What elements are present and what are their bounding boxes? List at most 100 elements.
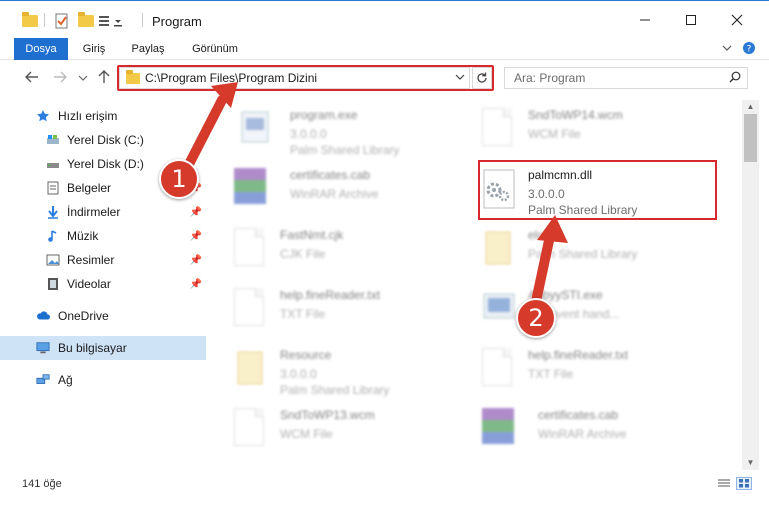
arrow-up-icon[interactable]: [96, 69, 112, 90]
file-item[interactable]: FastNmt.cjk CJK File: [234, 224, 464, 282]
sidebar-item-label: Resimler: [67, 253, 115, 267]
file-name: help.fineReader.txt: [528, 348, 629, 362]
recent-locations-icon[interactable]: [78, 71, 88, 89]
callout-1: 1: [159, 159, 199, 199]
rar-icon: [482, 408, 518, 452]
sidebar-item-label: İndirmeler: [67, 205, 121, 219]
minimize-icon[interactable]: [622, 1, 668, 39]
tab-paylas[interactable]: Paylaş: [126, 38, 170, 60]
file-name: program.exe: [290, 108, 358, 122]
file-name: Resource: [280, 348, 332, 362]
file-item[interactable]: Resource 3.0.0.0 Palm Shared Library: [234, 344, 464, 402]
sidebar-item-onedrive[interactable]: OneDrive: [0, 304, 206, 328]
pictures-icon: [46, 253, 60, 267]
palmcmn-highlight-annotation: [478, 160, 717, 220]
title-bar: Program: [0, 0, 769, 38]
documents-icon: [46, 181, 60, 195]
sidebar-item-label: OneDrive: [58, 309, 109, 323]
folder-page-icon: [234, 348, 270, 392]
file-meta: TXT File: [280, 307, 326, 321]
page-icon: [234, 228, 270, 272]
page-icon: [234, 288, 270, 332]
exe-icon: [482, 288, 518, 332]
arrow-right-icon[interactable]: [52, 69, 68, 90]
tab-giris[interactable]: Giriş: [74, 38, 114, 60]
file-meta: 3.0.0.0 Palm Shared Library: [280, 367, 390, 397]
large-icons-view-icon[interactable]: [736, 477, 752, 490]
arrow-left-icon[interactable]: [24, 69, 40, 90]
sidebar-item-drive-c[interactable]: Yerel Disk (C:): [0, 128, 206, 152]
folder-icon: [22, 11, 38, 31]
close-icon[interactable]: [714, 1, 760, 39]
details-view-icon[interactable]: [716, 477, 732, 490]
drive-icon: [46, 133, 60, 147]
pin-icon[interactable]: 📌: [190, 255, 202, 266]
video-icon: [46, 277, 60, 291]
sidebar-item-quick-access[interactable]: Hızlı erişim: [0, 104, 206, 128]
sidebar-item-this-pc[interactable]: Bu bilgisayar: [0, 336, 206, 360]
sidebar-item-label: Hızlı erişim: [58, 109, 118, 123]
customize-toolbar-icon[interactable]: [98, 11, 124, 31]
file-meta: CJK File: [280, 247, 326, 261]
file-item[interactable]: elo Palm Shared Library: [482, 224, 722, 282]
sidebar-item-label: Yerel Disk (C:): [67, 133, 144, 147]
file-name: certificates.cab: [290, 168, 371, 182]
new-folder-icon[interactable]: [78, 11, 94, 31]
vertical-scrollbar[interactable]: ▲ ▼: [742, 100, 759, 470]
status-bar: 141 öğe: [0, 470, 769, 496]
window-title: Program: [152, 14, 202, 29]
search-icon[interactable]: [729, 71, 741, 86]
search-input[interactable]: Ara: Program: [504, 67, 748, 89]
file-item[interactable]: certificates.cab WinRAR Archive: [234, 164, 464, 222]
scroll-down-icon[interactable]: ▼: [742, 456, 759, 470]
sidebar-item-videolar[interactable]: Videolar 📌: [0, 272, 206, 296]
music-icon: [46, 229, 60, 243]
exe-icon: [238, 108, 274, 152]
file-item[interactable]: help.fineReader.txt TXT File: [482, 344, 722, 402]
sidebar-item-muzik[interactable]: Müzik 📌: [0, 224, 206, 248]
sidebar-item-resimler[interactable]: Resimler 📌: [0, 248, 206, 272]
star-icon: [36, 109, 50, 123]
page-icon: [482, 108, 518, 152]
pin-icon[interactable]: 📌: [190, 279, 202, 290]
file-meta: Palm Shared Library: [528, 247, 638, 261]
page-icon: [234, 408, 270, 452]
file-name: help.fineReader.txt: [280, 288, 381, 302]
scroll-up-icon[interactable]: ▲: [742, 100, 759, 114]
help-icon[interactable]: ?: [742, 41, 756, 58]
maximize-icon[interactable]: [668, 1, 714, 39]
tab-dosya[interactable]: Dosya: [14, 38, 68, 60]
file-list: program.exe 3.0.0.0 Palm Shared Library S…: [212, 100, 742, 470]
file-meta: WinRAR Archive: [538, 427, 627, 441]
file-item[interactable]: SndToWP14.wcm WCM File: [482, 104, 722, 162]
sidebar-item-label: Yerel Disk (D:): [67, 157, 144, 171]
tab-gorunum[interactable]: Görünüm: [184, 38, 246, 60]
cloud-icon: [36, 309, 50, 323]
file-item[interactable]: certificates.cab WinRAR Archive: [482, 404, 722, 462]
scroll-thumb[interactable]: [744, 114, 757, 162]
divider: [142, 13, 143, 27]
pin-icon[interactable]: 📌: [190, 231, 202, 242]
divider: [44, 13, 45, 27]
sidebar-item-indirmeler[interactable]: İndirmeler 📌: [0, 200, 206, 224]
file-name: FastNmt.cjk: [280, 228, 344, 242]
file-meta: WCM File: [528, 127, 581, 141]
file-item[interactable]: program.exe 3.0.0.0 Palm Shared Library: [238, 104, 468, 162]
properties-icon[interactable]: [54, 11, 70, 31]
file-name: SndToWP14.wcm: [528, 108, 623, 122]
sidebar-item-network[interactable]: Ağ: [0, 368, 206, 392]
drive-icon: [46, 157, 60, 171]
file-meta: 3.0.0.0 Palm Shared Library: [290, 127, 400, 157]
file-meta: TXT File: [528, 367, 574, 381]
file-item[interactable]: help.fineReader.txt TXT File: [234, 284, 464, 342]
file-item[interactable]: SndToWP13.wcm WCM File: [234, 404, 464, 462]
network-icon: [36, 373, 50, 387]
navigation-pane: Hızlı erişim Yerel Disk (C:) Yerel Disk …: [0, 100, 210, 470]
page-icon: [482, 348, 518, 392]
download-icon: [46, 205, 60, 219]
file-name: SndToWP13.wcm: [280, 408, 375, 422]
rar-icon: [234, 168, 270, 212]
pin-icon[interactable]: 📌: [190, 207, 202, 218]
chevron-down-icon[interactable]: [722, 41, 732, 58]
sidebar-item-label: Belgeler: [67, 181, 112, 195]
